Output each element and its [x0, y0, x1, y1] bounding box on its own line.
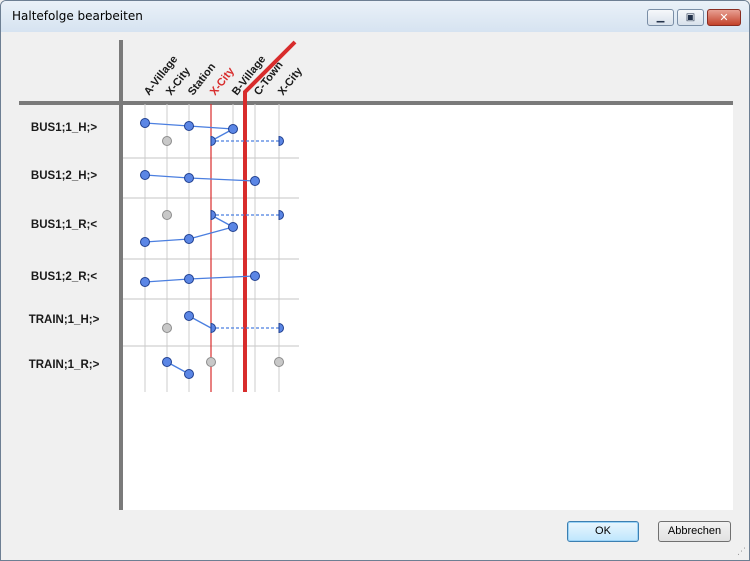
- ok-button[interactable]: OK: [567, 521, 639, 542]
- trip-label: BUS1;1_H;>: [31, 122, 97, 134]
- skipped-stop-marker[interactable]: [162, 323, 172, 333]
- trip-label: TRAIN;1_H;>: [29, 314, 100, 326]
- close-icon: ✕: [719, 11, 729, 24]
- vertical-divider: [119, 40, 123, 510]
- dialog-footer: OK Abbrechen: [9, 510, 741, 554]
- stop-marker[interactable]: [250, 271, 260, 281]
- minimize-button[interactable]: ▁: [647, 9, 674, 26]
- stop-marker[interactable]: [210, 135, 216, 147]
- stop-sequence-grid: A-VillageX-CityStationX-CityB-VillageC-T…: [19, 40, 733, 510]
- stop-sequence-panel: A-Village X-City Station X-City B-Village C-T…: [9, 32, 741, 510]
- maximize-icon: ▣: [685, 12, 696, 23]
- dialog-window: Haltefolge bearbeiten ▁ ▣ ✕ A-Village X-C…: [0, 0, 750, 561]
- stop-marker[interactable]: [162, 357, 172, 367]
- stop-marker[interactable]: [184, 311, 194, 321]
- stop-marker[interactable]: [210, 209, 216, 221]
- stop-marker[interactable]: [184, 121, 194, 131]
- stop-marker[interactable]: [140, 118, 150, 128]
- horizontal-divider: [19, 101, 733, 105]
- stop-marker[interactable]: [278, 135, 284, 147]
- stop-marker[interactable]: [140, 277, 150, 287]
- trip-label: TRAIN;1_R;>: [29, 359, 100, 371]
- skipped-stop-marker[interactable]: [274, 357, 284, 367]
- stop-marker[interactable]: [278, 322, 284, 334]
- stop-marker[interactable]: [140, 237, 150, 247]
- trip-label: BUS1;1_R;<: [31, 219, 97, 231]
- stop-marker[interactable]: [184, 234, 194, 244]
- trip-label: BUS1;2_R;<: [31, 271, 97, 283]
- stop-marker[interactable]: [184, 369, 194, 379]
- window-title: Haltefolge bearbeiten: [12, 9, 143, 23]
- skipped-stop-marker[interactable]: [162, 210, 172, 220]
- title-bar: Haltefolge bearbeiten ▁ ▣ ✕: [1, 1, 749, 32]
- stop-marker[interactable]: [228, 124, 238, 134]
- stop-marker[interactable]: [278, 209, 284, 221]
- cancel-button[interactable]: Abbrechen: [658, 521, 731, 542]
- stop-marker[interactable]: [140, 170, 150, 180]
- stop-marker[interactable]: [210, 322, 216, 334]
- stop-marker[interactable]: [184, 173, 194, 183]
- skipped-stop-marker[interactable]: [162, 136, 172, 146]
- skipped-stop-marker[interactable]: [206, 357, 216, 367]
- stop-marker[interactable]: [184, 274, 194, 284]
- resize-grip-icon[interactable]: ⋰: [737, 547, 746, 557]
- grid-background: [123, 104, 733, 510]
- close-button[interactable]: ✕: [707, 9, 741, 26]
- stop-marker[interactable]: [250, 176, 260, 186]
- stop-marker[interactable]: [228, 222, 238, 232]
- trip-label: BUS1;2_H;>: [31, 170, 97, 182]
- minimize-icon: ▁: [656, 12, 665, 23]
- maximize-button[interactable]: ▣: [677, 9, 704, 26]
